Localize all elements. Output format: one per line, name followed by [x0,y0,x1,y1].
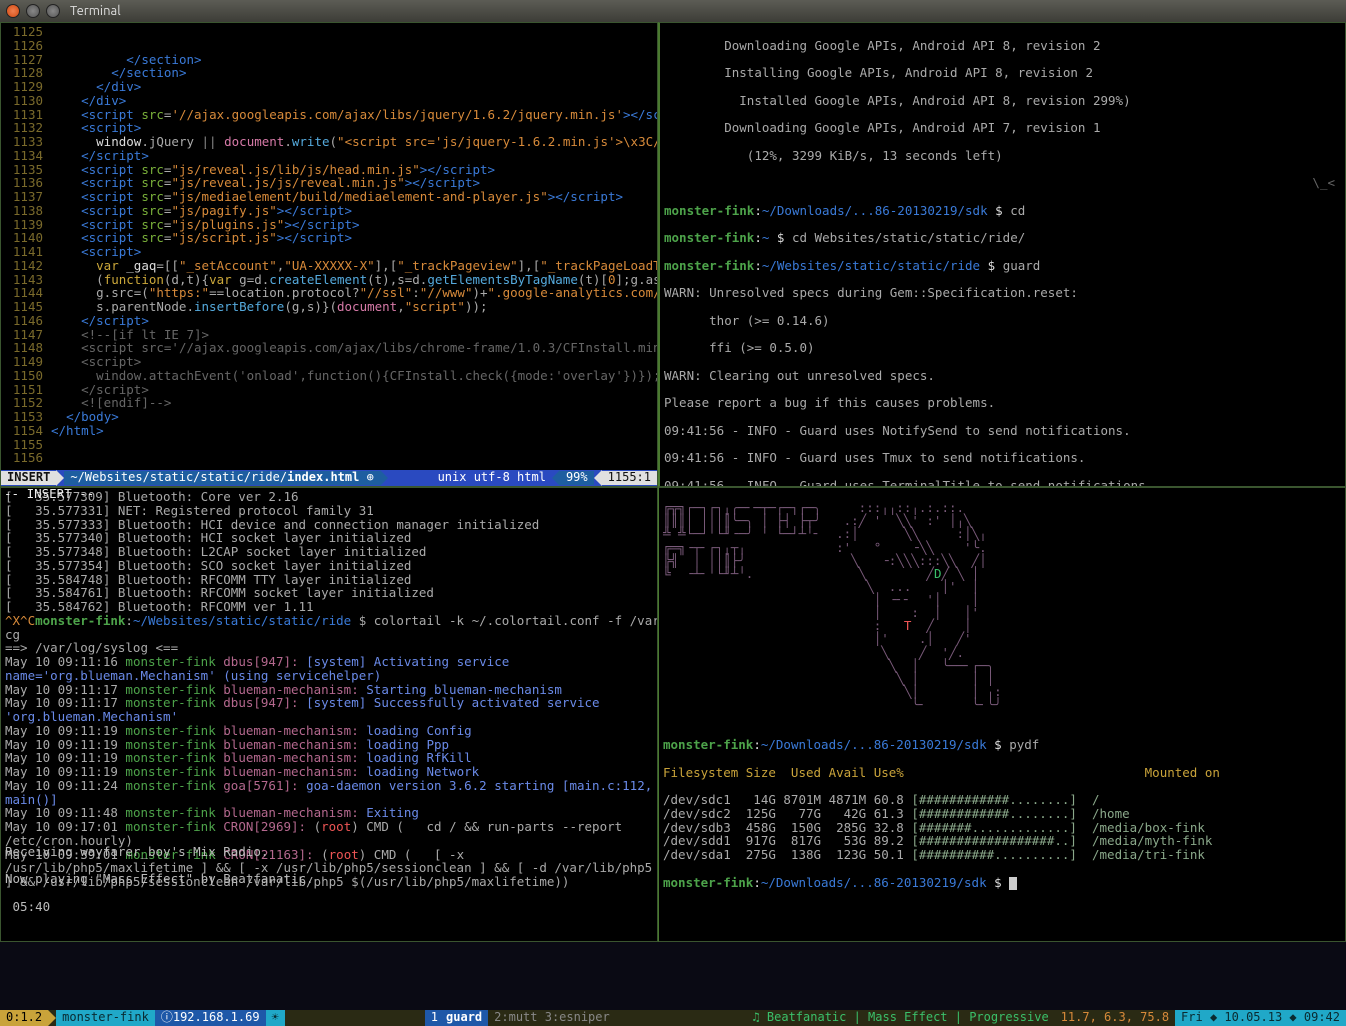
pane-syslog[interactable]: [ 35.577309] Bluetooth: Core ver 2.16[ 3… [0,487,658,942]
maximize-icon[interactable] [46,4,60,18]
weather-icon: ☀ [272,1011,279,1024]
vim-percent: 99% [560,471,594,484]
tmux-panes: 112511261127 </section>1128 </section>11… [0,22,1346,942]
vim-buffer[interactable]: 112511261127 </section>1128 </section>11… [1,23,657,467]
vim-filepath: ~/Websites/static/static/ride/index.html… [64,471,379,484]
tmux-ip: 192.168.1.69 [173,1011,260,1024]
globe-icon: ⓘ [161,1011,173,1024]
tmux-host: monster-fink [56,1010,155,1026]
close-icon[interactable] [6,4,20,18]
vim-statusline: INSERT ~/Websites/static/static/ride/ind… [1,470,657,486]
tmux-now-playing: ♫ Beatfanatic | Mass Effect | Progressiv… [746,1010,1054,1026]
tmux-load: 11.7, 6.3, 75.8 [1055,1010,1175,1026]
vim-insert-message: -- INSERT -- [4,487,94,501]
minimize-icon[interactable] [26,4,40,18]
pane-vim-editor[interactable]: 112511261127 </section>1128 </section>11… [0,22,658,487]
pane-pydf[interactable]: ╔╦╗┌─┐┌┐╷╭─╴─┬─┌─┐┌─╮ :::╷╷::╷.:.::. ║║║… [658,487,1346,942]
vim-mode: INSERT [1,471,56,484]
tmux-window-active[interactable]: 1 guard [425,1010,488,1026]
now-playing: Receiving wayfarer_boy's Mix Radio. Now … [5,831,653,941]
window-titlebar[interactable]: Terminal [0,0,1346,22]
tmux-session[interactable]: 0:1.2 [0,1010,48,1026]
vim-position: 1155:1 [602,471,657,484]
pydf-header: Filesystem Size Used Avail Use% Mounted … [663,766,1341,780]
tmux-datetime: Fri ◆ 10.05.13 ◆ 09:42 [1175,1010,1346,1026]
pydf-table: monster-fink:~/Downloads/...86-20130219/… [659,724,1345,917]
tmux-statusbar[interactable]: 0:1.2 monster-fink ⓘ 192.168.1.69 ☀ 1 gu… [0,1010,1346,1026]
guard-output[interactable]: Downloading Google APIs, Android API 8, … [660,23,1345,487]
tmux-windows-other[interactable]: 2:mutt 3:esniper [488,1010,616,1026]
pane-guard-shell[interactable]: Downloading Google APIs, Android API 8, … [658,22,1346,487]
ascii-art-logo: ╔╦╗┌─┐┌┐╷╭─╴─┬─┌─┐┌─╮ :::╷╷::╷.:.::. ║║║… [659,488,1345,724]
window-title: Terminal [70,4,121,18]
vim-encoding: unix utf-8 html [432,471,552,484]
shell-cursor[interactable] [1009,877,1017,890]
window-buttons [6,4,60,18]
